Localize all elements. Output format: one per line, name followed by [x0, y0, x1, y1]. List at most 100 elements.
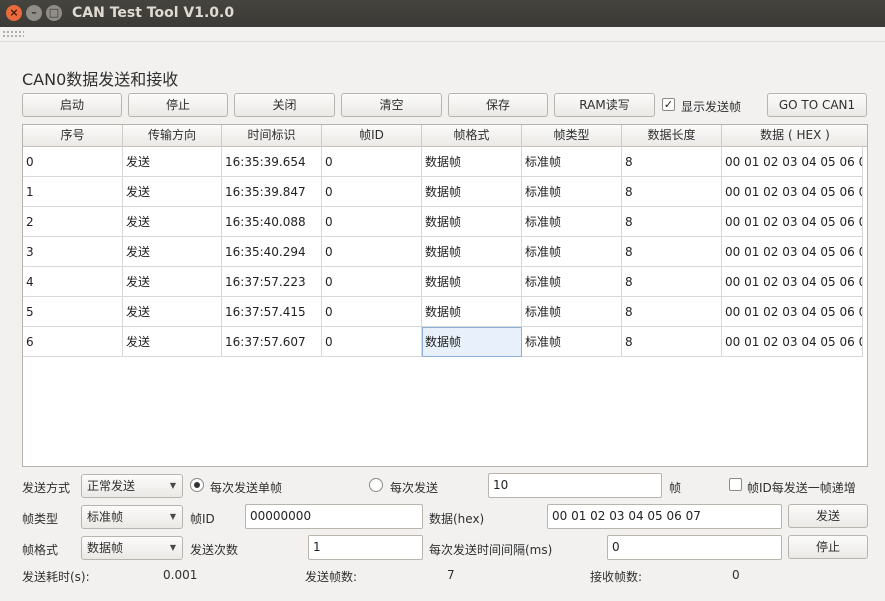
table-row[interactable]: 1 发送 16:35:39.847 0 数据帧 标准帧 8 00 01 02 03 04 05…	[23, 177, 863, 207]
cell-direction[interactable]: 发送	[123, 237, 222, 267]
cell-frame-type[interactable]: 标准帧	[522, 237, 622, 267]
cell-frame-id[interactable]: 0	[322, 327, 422, 357]
cell-index[interactable]: 0	[23, 147, 123, 177]
cell-data-length[interactable]: 8	[622, 147, 722, 177]
send-button[interactable]: 发送	[788, 504, 868, 528]
cell-direction[interactable]: 发送	[123, 147, 222, 177]
cell-frame-id[interactable]: 0	[322, 267, 422, 297]
cell-frame-format[interactable]: 数据帧	[422, 147, 522, 177]
stop-send-button[interactable]: 停止	[788, 535, 868, 559]
increment-id-checkbox[interactable]	[729, 478, 742, 491]
frame-type-select[interactable]: 标准帧 ▼	[81, 505, 183, 529]
table-row[interactable]: 2 发送 16:35:40.088 0 数据帧 标准帧 8 00 01 02 03 04 05…	[23, 207, 863, 237]
single-frame-radio[interactable]	[190, 478, 204, 492]
send-mode-select[interactable]: 正常发送 ▼	[81, 474, 183, 498]
cell-data-length[interactable]: 8	[622, 207, 722, 237]
cell-frame-type[interactable]: 标准帧	[522, 177, 622, 207]
sent-count-value: 7	[447, 568, 455, 582]
cell-timestamp[interactable]: 16:35:39.847	[222, 177, 322, 207]
cell-frame-type[interactable]: 标准帧	[522, 207, 622, 237]
table-row[interactable]: 5 发送 16:37:57.415 0 数据帧 标准帧 8 00 01 02 03 04 05…	[23, 297, 863, 327]
cell-timestamp[interactable]: 16:35:40.294	[222, 237, 322, 267]
start-button[interactable]: 启动	[22, 93, 122, 117]
cell-data-hex[interactable]: 00 01 02 03 04 05 06 07	[722, 207, 863, 237]
cell-frame-format[interactable]: 数据帧	[422, 297, 522, 327]
cell-index[interactable]: 6	[23, 327, 123, 357]
maximize-window-button[interactable]: □	[46, 5, 62, 21]
title-bar: × – □ CAN Test Tool V1.0.0	[0, 0, 885, 27]
cell-index[interactable]: 4	[23, 267, 123, 297]
cell-index[interactable]: 1	[23, 177, 123, 207]
close-window-button[interactable]: ×	[6, 5, 22, 21]
cell-direction[interactable]: 发送	[123, 267, 222, 297]
cell-data-hex[interactable]: 00 01 02 03 04 05 06 07	[722, 327, 863, 357]
close-device-button[interactable]: 关闭	[234, 93, 335, 117]
data-hex-input[interactable]: 00 01 02 03 04 05 06 07	[547, 504, 782, 529]
clear-button[interactable]: 清空	[341, 93, 442, 117]
toolbar-grip-handle[interactable]	[2, 30, 24, 38]
cell-direction[interactable]: 发送	[123, 177, 222, 207]
cell-frame-id[interactable]: 0	[322, 147, 422, 177]
cell-timestamp[interactable]: 16:35:40.088	[222, 207, 322, 237]
header-frame-id[interactable]: 帧ID	[322, 125, 422, 147]
cell-frame-id[interactable]: 0	[322, 237, 422, 267]
frame-id-input[interactable]: 00000000	[245, 504, 423, 529]
stop-button[interactable]: 停止	[128, 93, 228, 117]
cell-frame-format[interactable]: 数据帧	[422, 177, 522, 207]
cell-timestamp[interactable]: 16:37:57.223	[222, 267, 322, 297]
cell-frame-type[interactable]: 标准帧	[522, 147, 622, 177]
header-data-hex[interactable]: 数据 ( HEX )	[722, 125, 867, 147]
save-button[interactable]: 保存	[448, 93, 548, 117]
cell-data-length[interactable]: 8	[622, 327, 722, 357]
cell-data-hex[interactable]: 00 01 02 03 04 05 06 07	[722, 177, 863, 207]
table-row[interactable]: 6 发送 16:37:57.607 0 数据帧 标准帧 8 00 01 02 03 04 05…	[23, 327, 863, 357]
frames-table[interactable]: 序号 传输方向 时间标识 帧ID 帧格式 帧类型 数据长度 数据 ( HEX )…	[22, 124, 868, 467]
multi-frame-radio[interactable]	[369, 478, 383, 492]
table-row[interactable]: 3 发送 16:35:40.294 0 数据帧 标准帧 8 00 01 02 03 04 05…	[23, 237, 863, 267]
cell-index[interactable]: 5	[23, 297, 123, 327]
cell-frame-format[interactable]: 数据帧	[422, 207, 522, 237]
multi-frame-count-input[interactable]: 10	[488, 473, 662, 498]
cell-frame-type[interactable]: 标准帧	[522, 297, 622, 327]
cell-frame-type[interactable]: 标准帧	[522, 267, 622, 297]
cell-direction[interactable]: 发送	[123, 297, 222, 327]
cell-frame-format[interactable]: 数据帧	[422, 327, 522, 357]
cell-direction[interactable]: 发送	[123, 327, 222, 357]
header-timestamp[interactable]: 时间标识	[222, 125, 322, 147]
minimize-window-button[interactable]: –	[26, 5, 42, 21]
cell-data-hex[interactable]: 00 01 02 03 04 05 06 07	[722, 237, 863, 267]
cell-data-hex[interactable]: 00 01 02 03 04 05 06 07	[722, 297, 863, 327]
show-send-frames-checkbox[interactable]: ✓	[662, 98, 675, 111]
header-index[interactable]: 序号	[23, 125, 123, 147]
cell-timestamp[interactable]: 16:37:57.607	[222, 327, 322, 357]
go-to-can1-button[interactable]: GO TO CAN1	[767, 93, 867, 117]
frame-format-select[interactable]: 数据帧 ▼	[81, 536, 183, 560]
table-row[interactable]: 4 发送 16:37:57.223 0 数据帧 标准帧 8 00 01 02 03 04 05…	[23, 267, 863, 297]
cell-frame-type[interactable]: 标准帧	[522, 327, 622, 357]
cell-data-length[interactable]: 8	[622, 267, 722, 297]
cell-direction[interactable]: 发送	[123, 207, 222, 237]
cell-frame-id[interactable]: 0	[322, 177, 422, 207]
cell-data-length[interactable]: 8	[622, 237, 722, 267]
interval-input[interactable]: 0	[607, 535, 782, 560]
cell-frame-format[interactable]: 数据帧	[422, 267, 522, 297]
cell-index[interactable]: 2	[23, 207, 123, 237]
header-frame-format[interactable]: 帧格式	[422, 125, 522, 147]
cell-frame-id[interactable]: 0	[322, 297, 422, 327]
send-count-input[interactable]: 1	[308, 535, 423, 560]
cell-data-length[interactable]: 8	[622, 177, 722, 207]
chevron-down-icon: ▼	[169, 481, 176, 490]
cell-data-length[interactable]: 8	[622, 297, 722, 327]
header-frame-type[interactable]: 帧类型	[522, 125, 622, 147]
cell-frame-format[interactable]: 数据帧	[422, 237, 522, 267]
cell-index[interactable]: 3	[23, 237, 123, 267]
cell-timestamp[interactable]: 16:35:39.654	[222, 147, 322, 177]
cell-timestamp[interactable]: 16:37:57.415	[222, 297, 322, 327]
ram-read-write-button[interactable]: RAM读写	[554, 93, 655, 117]
cell-frame-id[interactable]: 0	[322, 207, 422, 237]
cell-data-hex[interactable]: 00 01 02 03 04 05 06 07	[722, 267, 863, 297]
header-data-length[interactable]: 数据长度	[622, 125, 722, 147]
header-direction[interactable]: 传输方向	[123, 125, 222, 147]
table-row[interactable]: 0 发送 16:35:39.654 0 数据帧 标准帧 8 00 01 02 03 04 05…	[23, 147, 863, 177]
cell-data-hex[interactable]: 00 01 02 03 04 05 06 07	[722, 147, 863, 177]
